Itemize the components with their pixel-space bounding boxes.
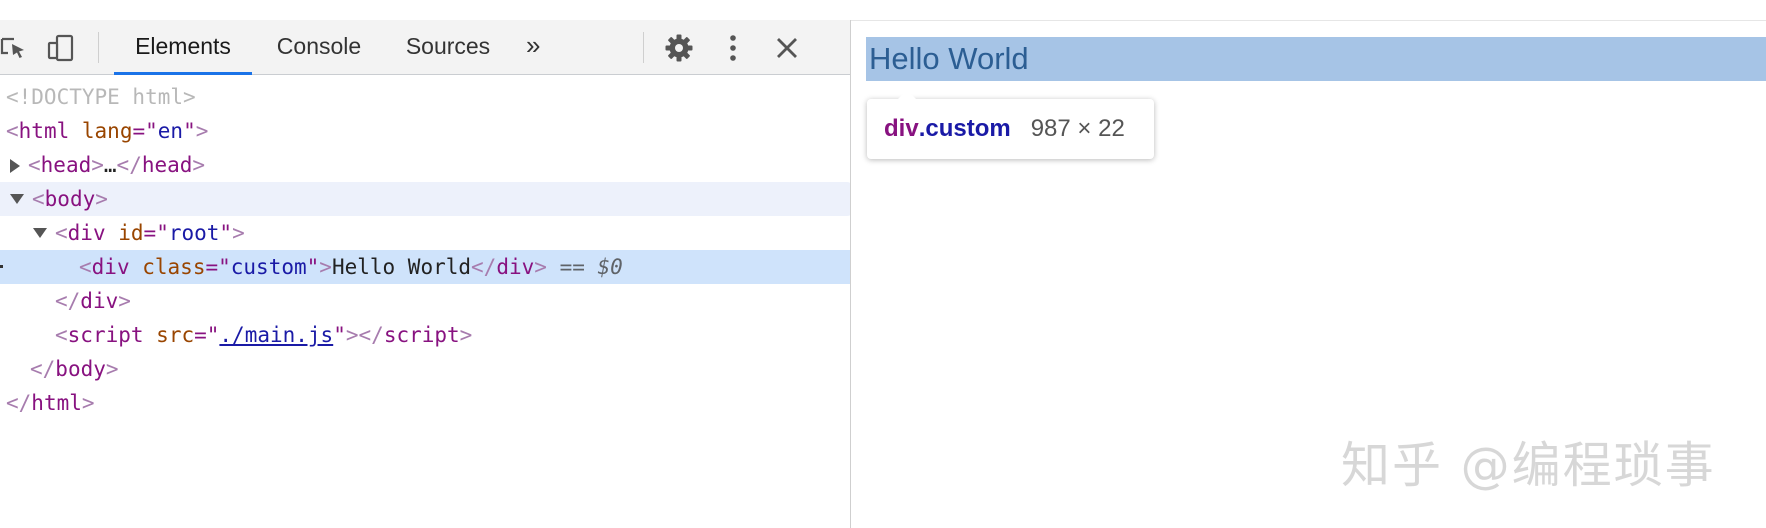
class-attr: class <box>142 255 206 279</box>
tree-line-html-close[interactable]: </html> <box>0 386 856 420</box>
tooltip-dimensions: 987 × 22 <box>1030 115 1125 142</box>
html-close-tag: html <box>31 391 82 415</box>
script-close-tag: script <box>383 323 460 347</box>
tree-line-div-custom-selected[interactable]: <div class="custom">Hello World</div> ==… <box>0 250 929 284</box>
tab-elements[interactable]: Elements <box>114 20 252 75</box>
div-close-tag: div <box>496 255 535 279</box>
selected-text-content: Hello World <box>331 255 472 279</box>
doctype-text: <!DOCTYPE html> <box>6 85 196 109</box>
highlighted-hello-world[interactable]: Hello World <box>866 37 1766 81</box>
body-close-tag: body <box>55 357 106 381</box>
class-value: custom <box>230 255 307 279</box>
toolbar-divider <box>98 32 99 63</box>
device-toggle-icon[interactable] <box>46 33 76 63</box>
tree-line-body-close[interactable]: </body> <box>0 352 880 386</box>
more-tabs-button[interactable]: » <box>526 20 540 75</box>
lang-attr: lang <box>81 119 133 143</box>
tab-sources[interactable]: Sources <box>394 20 502 75</box>
tree-line-div-close[interactable]: </div> <box>0 284 905 318</box>
watermark-text: 知乎 @编程琐事 <box>1341 437 1716 494</box>
top-strip <box>0 0 1766 20</box>
div-tag: div <box>91 255 130 279</box>
lang-value: en <box>157 119 184 143</box>
head-tag: head <box>40 153 92 177</box>
src-link[interactable]: ./main.js <box>219 323 333 347</box>
tree-line-doctype[interactable]: <!DOCTYPE html> <box>0 80 856 114</box>
tooltip-class: .custom <box>918 115 1011 142</box>
selected-marker-var: $0 <box>597 255 623 279</box>
tree-line-body-open[interactable]: <body> <box>0 182 853 216</box>
head-close-tag: head <box>141 153 193 177</box>
collapse-arrow-icon[interactable] <box>10 193 24 204</box>
tooltip-tag: div <box>884 115 919 142</box>
page-preview: Hello World div .custom 987 × 22 知乎 @编程琐事 <box>851 21 1766 528</box>
body-tag: body <box>44 187 96 211</box>
inspect-element-icon[interactable] <box>0 33 30 63</box>
devtools-toolbar: Elements Console Sources » <box>0 20 850 75</box>
expand-arrow-icon[interactable] <box>10 159 20 173</box>
settings-gear-icon[interactable] <box>664 33 694 63</box>
id-attr: id <box>118 221 144 245</box>
selected-marker-eq: == <box>559 255 585 279</box>
selection-dot <box>0 265 3 268</box>
toolbar-divider <box>643 32 644 63</box>
html-tag: html <box>18 119 70 143</box>
tab-console[interactable]: Console <box>266 20 372 75</box>
elements-tree: <!DOCTYPE html> <html lang="en"> <head>…… <box>0 75 929 528</box>
devtools-panel: Elements Console Sources » <!DOCTYPE htm… <box>0 20 929 528</box>
kebab-menu-icon[interactable] <box>718 33 748 63</box>
script-tag: script <box>67 323 144 347</box>
collapse-arrow-icon[interactable] <box>33 227 47 238</box>
tree-line-head[interactable]: <head>…</head> <box>0 148 860 182</box>
element-inspect-tooltip: div .custom 987 × 22 <box>867 90 1154 159</box>
close-icon[interactable] <box>772 33 802 63</box>
div-close-tag: div <box>80 289 119 313</box>
head-ellipsis: … <box>103 153 117 177</box>
tree-line-script[interactable]: <script src="./main.js"></script> <box>0 318 905 352</box>
div-tag: div <box>67 221 106 245</box>
tree-line-div-root[interactable]: <div id="root"> <box>0 216 883 250</box>
src-attr: src <box>156 323 195 347</box>
tree-line-html-open[interactable]: <html lang="en"> <box>0 114 856 148</box>
id-value: root <box>168 221 220 245</box>
